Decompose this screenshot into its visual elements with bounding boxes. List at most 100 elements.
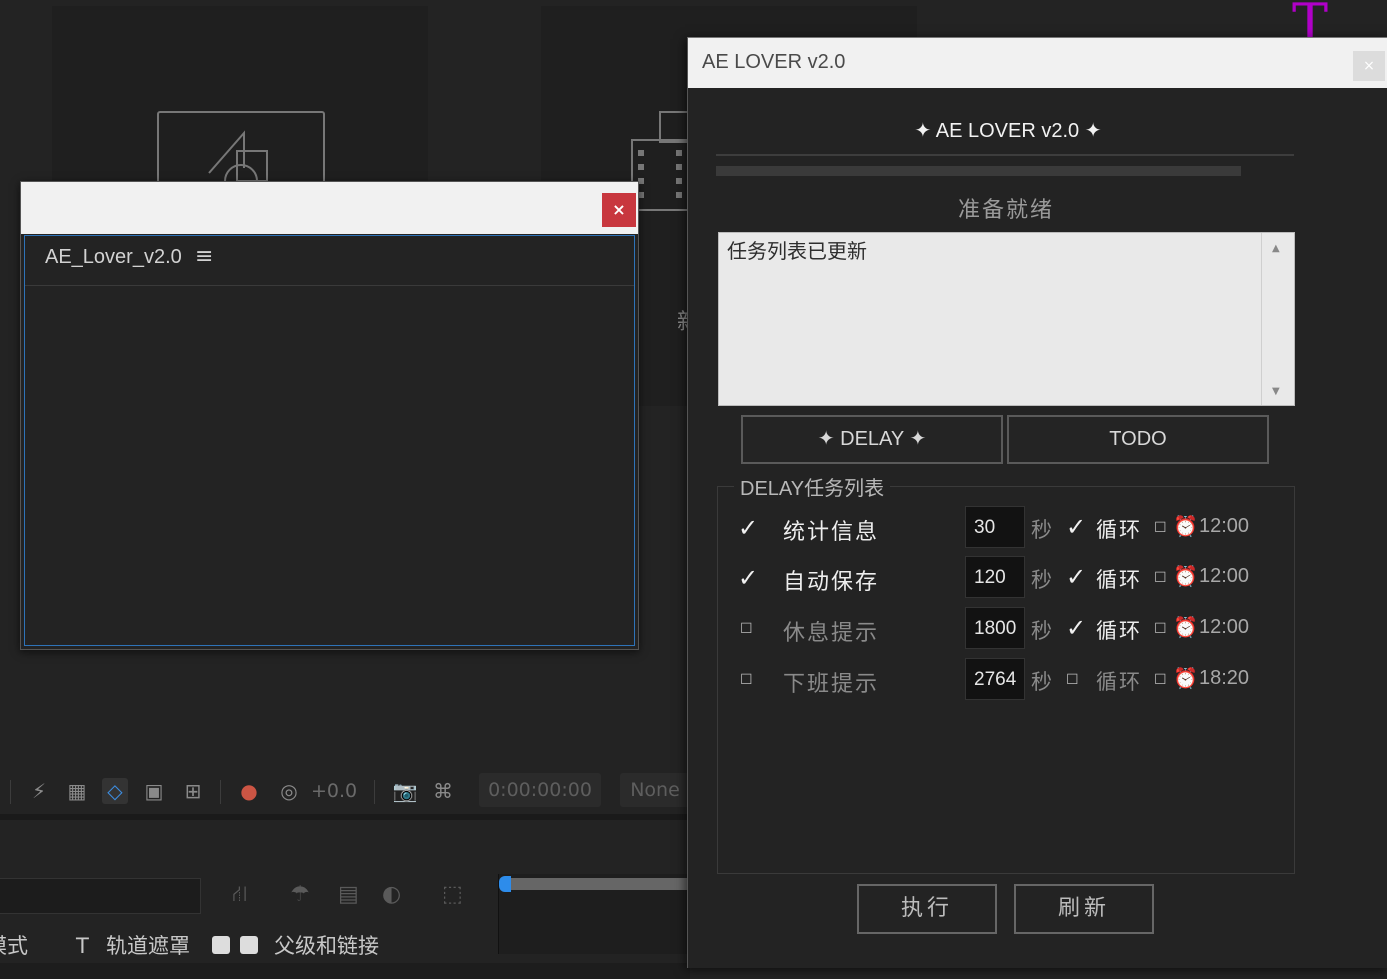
task-time[interactable]: 12:00 (1199, 565, 1249, 588)
matte-alpha-icon[interactable] (212, 936, 230, 954)
task-seconds-input[interactable]: 1800 (965, 607, 1025, 649)
task-seconds-input[interactable]: 120 (965, 556, 1025, 598)
ae-lover-dialog: AE LOVER v2.0 × ✦ AE LOVER v2.0 ✦ 准备就绪 任… (687, 37, 1387, 968)
sparkle-icon: ✦ (914, 120, 932, 142)
panel-menu-icon[interactable]: ≡ (195, 244, 213, 269)
task-enabled-checkbox[interactable]: ✓ (738, 564, 762, 592)
timeline-search-input[interactable] (0, 878, 201, 914)
scroll-up-arrow-icon[interactable]: ▲ (1272, 243, 1280, 254)
delay-tab-label: DELAY (840, 428, 904, 450)
snapshot-icon[interactable]: 📷 (392, 778, 418, 804)
task-time[interactable]: 12:00 (1199, 515, 1249, 538)
timeline-column-header: 模式 T 轨道遮罩 父级和链接 (0, 928, 500, 964)
film-strip-icon (631, 111, 689, 211)
task-name: 休息提示 (783, 621, 880, 646)
task-seconds-input[interactable]: 30 (965, 506, 1025, 548)
status-text: 准备就绪 (957, 198, 1054, 223)
show-snapshot-icon[interactable]: ⌘ (430, 778, 456, 804)
refresh-button[interactable]: 刷新 (1014, 884, 1154, 934)
ae-lover-dock-window: × AE_Lover_v2.0 ≡ (20, 181, 639, 650)
frame-blending-icon[interactable]: ▤ (338, 882, 359, 907)
task-name: 自动保存 (783, 570, 880, 595)
task-time[interactable]: 18:20 (1199, 667, 1249, 690)
task-time[interactable]: 12:00 (1199, 616, 1249, 639)
task-loop-label: 循环 (1096, 670, 1142, 694)
log-scrollbar[interactable]: ▲ ▼ (1261, 233, 1294, 405)
dialog-close-button[interactable]: × (1353, 51, 1385, 81)
dialog-titlebar[interactable]: AE LOVER v2.0 × (688, 38, 1387, 88)
exposure-value[interactable]: +0.0 (311, 780, 357, 802)
todo-tab-button[interactable]: TODO (1007, 415, 1269, 464)
seconds-unit-label: 秒 (1031, 518, 1052, 542)
task-loop-checkbox[interactable]: ✓ (1066, 563, 1086, 591)
task-seconds-input[interactable]: 2764 (965, 658, 1025, 700)
alarm-clock-icon: ⏰ (1173, 666, 1198, 690)
header-title: AE LOVER v2.0 (935, 120, 1080, 142)
task-time-checkbox[interactable]: ☐ (1154, 621, 1167, 637)
motion-blur-icon[interactable]: ◐ (382, 882, 401, 907)
execute-button[interactable]: 执行 (857, 884, 997, 934)
panel-divider (0, 814, 690, 820)
track-matte-label: 轨道遮罩 (106, 934, 190, 958)
task-row: ☐ 休息提示 1800 秒 ✓ 循环 ☐ ⏰ 12:00 (688, 607, 1387, 651)
task-name: 统计信息 (783, 520, 880, 545)
log-content: 任务列表已更新 (727, 239, 867, 263)
time-ruler[interactable] (498, 874, 693, 954)
mode-column-label: 模式 (0, 934, 28, 958)
work-area-start-handle[interactable] (499, 876, 511, 892)
alarm-clock-icon: ⏰ (1173, 564, 1198, 588)
task-loop-checkbox[interactable]: ✓ (1066, 513, 1086, 541)
log-textarea[interactable]: 任务列表已更新 ▲ ▼ (718, 232, 1295, 406)
mask-visibility-icon[interactable]: ◇ (102, 778, 128, 804)
color-management-icon[interactable]: ◎ (276, 778, 302, 804)
task-loop-checkbox[interactable]: ☐ (1066, 672, 1079, 688)
delay-tab-button[interactable]: ✦ DELAY ✦ (741, 415, 1003, 464)
task-loop-checkbox[interactable]: ✓ (1066, 614, 1086, 642)
fast-preview-icon[interactable]: ⚡ (26, 778, 52, 804)
t-column-label: T (76, 934, 89, 958)
progress-bar (716, 166, 1241, 176)
shy-layers-icon[interactable]: ☂ (290, 882, 310, 907)
panel-tab-label[interactable]: AE_Lover_v2.0 (45, 246, 182, 269)
parent-link-label: 父级和链接 (274, 934, 379, 958)
work-area-bar[interactable] (503, 878, 693, 890)
task-enabled-checkbox[interactable]: ☐ (740, 621, 764, 637)
task-time-checkbox[interactable]: ☐ (1154, 672, 1167, 688)
task-time-checkbox[interactable]: ☐ (1154, 520, 1167, 536)
dock-window-close-button[interactable]: × (602, 193, 636, 227)
dialog-header: ✦ AE LOVER v2.0 ✦ (688, 118, 1328, 143)
sparkle-icon: ✦ (817, 428, 835, 450)
matte-luma-icon[interactable] (240, 936, 258, 954)
dialog-title: AE LOVER v2.0 (702, 51, 846, 73)
transparency-grid-icon[interactable]: ▦ (64, 778, 90, 804)
dock-panel: AE_Lover_v2.0 ≡ (24, 235, 635, 646)
seconds-unit-label: 秒 (1031, 568, 1052, 592)
seconds-unit-label: 秒 (1031, 670, 1052, 694)
film-icon[interactable] (630, 110, 690, 214)
header-divider (716, 154, 1294, 156)
guides-icon[interactable]: ⊞ (180, 778, 206, 804)
timecode-field[interactable]: 0:00:00:00 (479, 773, 601, 807)
panel-tab-divider (25, 285, 634, 286)
graph-editor-icon[interactable]: ⬚ (442, 882, 463, 907)
task-enabled-checkbox[interactable]: ☐ (740, 672, 764, 688)
sparkle-icon: ✦ (909, 428, 927, 450)
task-row: ✓ 自动保存 120 秒 ✓ 循环 ☐ ⏰ 12:00 (688, 556, 1387, 600)
scroll-down-arrow-icon[interactable]: ▼ (1272, 386, 1280, 397)
view-select[interactable]: None (620, 773, 690, 807)
task-row: ✓ 统计信息 30 秒 ✓ 循环 ☐ ⏰ 12:00 (688, 506, 1387, 550)
dock-window-titlebar[interactable]: × (21, 182, 638, 234)
timeline-bottom-strip (0, 963, 690, 979)
viewer-toolbar: ⚡ ▦ ◇ ▣ ⊞ ● ◎ +0.0 📷 ⌘ 0:00:00:00 None (0, 770, 690, 814)
task-enabled-checkbox[interactable]: ✓ (738, 514, 762, 542)
alarm-clock-icon: ⏰ (1173, 615, 1198, 639)
task-time-checkbox[interactable]: ☐ (1154, 570, 1167, 586)
task-name: 下班提示 (783, 672, 880, 697)
color-channels-icon[interactable]: ● (236, 778, 262, 804)
graph-flow-icon[interactable]: ⛙ (232, 882, 247, 910)
task-loop-label: 循环 (1096, 568, 1142, 592)
delay-task-group-label: DELAY任务列表 (734, 472, 891, 501)
task-loop-label: 循环 (1096, 619, 1142, 643)
sparkle-icon: ✦ (1084, 120, 1102, 142)
region-of-interest-icon[interactable]: ▣ (141, 778, 167, 804)
